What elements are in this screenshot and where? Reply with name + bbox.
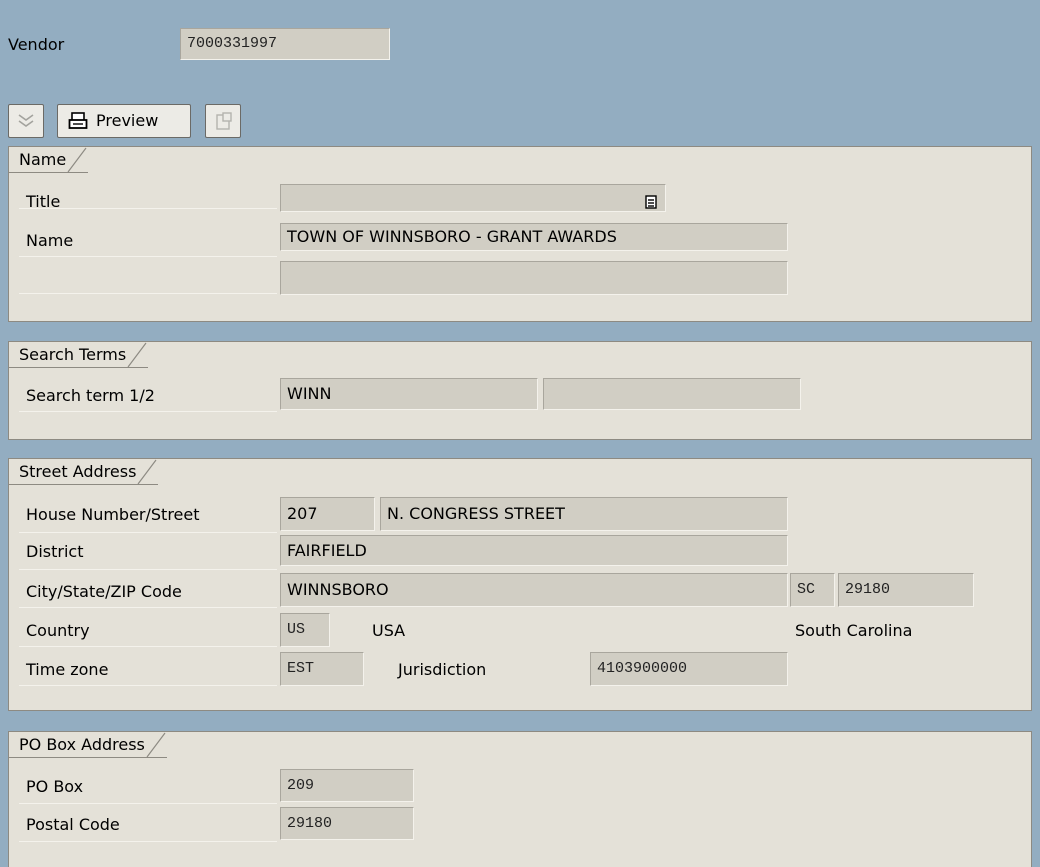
district-label: District bbox=[26, 542, 84, 561]
name2-field[interactable] bbox=[280, 261, 788, 295]
country-label: Country bbox=[26, 621, 90, 640]
postal-code-label: Postal Code bbox=[26, 815, 120, 834]
time-zone-label: Time zone bbox=[26, 660, 109, 679]
country-name: USA bbox=[372, 621, 406, 640]
address-version-button[interactable] bbox=[205, 104, 241, 138]
search-terms-group-title: Search Terms bbox=[9, 342, 149, 368]
name-field[interactable]: TOWN OF WINNSBORO - GRANT AWARDS bbox=[280, 223, 788, 251]
title-label: Title bbox=[26, 192, 61, 211]
jurisdiction-label: Jurisdiction bbox=[398, 660, 487, 679]
address-version-icon bbox=[214, 111, 234, 135]
search-term-2-field[interactable] bbox=[543, 378, 801, 410]
jurisdiction-field[interactable]: 4103900000 bbox=[590, 652, 788, 686]
po-box-group: PO Box Address bbox=[8, 731, 1032, 867]
name-label: Name bbox=[26, 231, 74, 250]
vendor-field[interactable]: 7000331997 bbox=[180, 28, 390, 60]
po-box-group-title: PO Box Address bbox=[9, 732, 167, 758]
city-state-zip-label: City/State/ZIP Code bbox=[26, 582, 182, 601]
city-field[interactable]: WINNSBORO bbox=[280, 573, 788, 607]
street-field[interactable]: N. CONGRESS STREET bbox=[380, 497, 788, 531]
po-box-field[interactable]: 209 bbox=[280, 769, 414, 802]
search-term-label: Search term 1/2 bbox=[26, 386, 155, 405]
collapse-button[interactable] bbox=[8, 104, 44, 138]
name-group-title: Name bbox=[9, 147, 89, 173]
collapse-icon bbox=[17, 112, 35, 134]
street-address-group-title: Street Address bbox=[9, 459, 159, 485]
search-term-1-field[interactable]: WINN bbox=[280, 378, 538, 410]
house-number-field[interactable]: 207 bbox=[280, 497, 375, 531]
preview-label: Preview bbox=[96, 111, 159, 130]
title-dropdown[interactable] bbox=[280, 184, 666, 212]
region-name: South Carolina bbox=[795, 621, 913, 640]
country-code-field[interactable]: US bbox=[280, 613, 330, 647]
house-street-label: House Number/Street bbox=[26, 505, 200, 524]
dropdown-list-icon[interactable] bbox=[645, 191, 657, 211]
zip-field[interactable]: 29180 bbox=[838, 573, 974, 607]
printer-icon bbox=[68, 112, 88, 134]
po-box-label: PO Box bbox=[26, 777, 84, 796]
vendor-label: Vendor bbox=[8, 35, 65, 54]
time-zone-field[interactable]: EST bbox=[280, 652, 364, 686]
postal-code-field[interactable]: 29180 bbox=[280, 807, 414, 840]
state-field[interactable]: SC bbox=[790, 573, 835, 607]
preview-button[interactable]: Preview bbox=[57, 104, 191, 138]
district-field[interactable]: FAIRFIELD bbox=[280, 535, 788, 566]
